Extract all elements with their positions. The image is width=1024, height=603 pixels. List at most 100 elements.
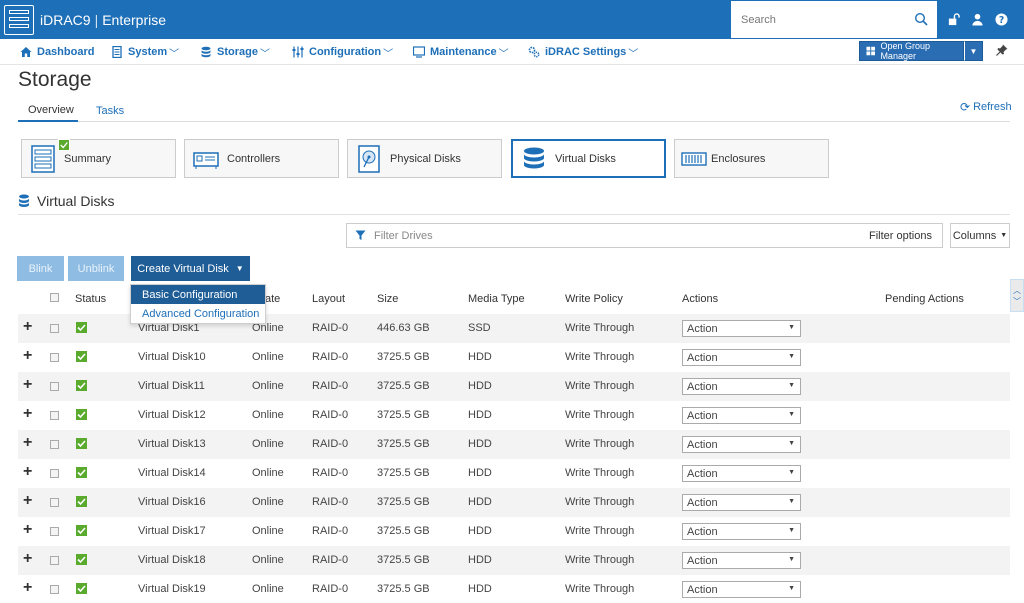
- filter-options-button[interactable]: Filter options: [869, 230, 932, 242]
- nav-system[interactable]: System ﹀: [111, 39, 179, 65]
- header-status[interactable]: Status: [75, 293, 106, 305]
- blink-button[interactable]: Blink: [17, 256, 64, 281]
- action-select[interactable]: Action ▼: [682, 552, 801, 569]
- expand-icon[interactable]: +: [23, 405, 32, 423]
- row-checkbox[interactable]: [50, 527, 59, 536]
- menu-item-basic-configuration[interactable]: Basic Configuration: [131, 285, 265, 304]
- header-icons: ?: [940, 0, 1008, 39]
- expand-icon[interactable]: +: [23, 376, 32, 394]
- chevron-down-icon: ﹀: [383, 48, 394, 60]
- table-row: + Virtual Disk10 Online RAID-0 3725.5 GB…: [18, 343, 1010, 372]
- nav-idrac-settings[interactable]: iDRAC Settings ﹀: [528, 39, 638, 65]
- row-checkbox[interactable]: [50, 440, 59, 449]
- nav-maintenance[interactable]: Maintenance ﹀: [413, 39, 509, 65]
- columns-button[interactable]: Columns ▼: [950, 223, 1010, 248]
- help-icon[interactable]: ?: [994, 13, 1008, 27]
- pin-icon[interactable]: [996, 44, 1008, 56]
- unblink-button[interactable]: Unblink: [68, 256, 124, 281]
- tile-virtual-disks[interactable]: Virtual Disks: [511, 139, 666, 178]
- action-select[interactable]: Action ▼: [682, 349, 801, 366]
- action-select[interactable]: Action ▼: [682, 494, 801, 511]
- row-checkbox[interactable]: [50, 324, 59, 333]
- create-virtual-disk-button[interactable]: Create Virtual Disk ▼: [131, 256, 250, 281]
- database-icon: [201, 46, 211, 58]
- expand-icon[interactable]: +: [23, 550, 32, 568]
- row-checkbox[interactable]: [50, 469, 59, 478]
- expand-icon[interactable]: +: [23, 579, 32, 597]
- row-checkbox[interactable]: [50, 585, 59, 594]
- cell-write-policy: Write Through: [565, 322, 635, 334]
- nav-configuration[interactable]: Configuration ﹀: [292, 39, 393, 65]
- cell-name: Virtual Disk12: [138, 409, 206, 421]
- cell-layout: RAID-0: [312, 554, 349, 566]
- select-all-checkbox[interactable]: [50, 293, 59, 302]
- filter-drives-input[interactable]: [374, 229, 844, 242]
- database-icon: [19, 194, 29, 207]
- action-select[interactable]: Action ▼: [682, 523, 801, 540]
- nav-maintenance-label: Maintenance: [430, 46, 497, 58]
- header-layout[interactable]: Layout: [312, 293, 345, 305]
- search-icon[interactable]: [914, 12, 928, 26]
- caret-down-icon: ▼: [1000, 232, 1008, 239]
- tile-virtual-disks-label: Virtual Disks: [555, 152, 616, 165]
- row-checkbox[interactable]: [50, 556, 59, 565]
- expand-icon[interactable]: +: [23, 434, 32, 452]
- action-select[interactable]: Action ▼: [682, 436, 801, 453]
- status-ok-icon: [76, 467, 87, 478]
- action-select-value: Action: [687, 409, 718, 422]
- action-select[interactable]: Action ▼: [682, 378, 801, 395]
- chevron-down-icon: ﹀: [628, 48, 639, 60]
- header-state[interactable]: ate: [265, 293, 280, 305]
- caret-down-icon: ▼: [788, 585, 795, 592]
- open-group-manager-button[interactable]: Open Group Manager: [859, 41, 964, 61]
- row-checkbox[interactable]: [50, 382, 59, 391]
- user-icon[interactable]: [970, 13, 984, 27]
- server-icon: [112, 46, 122, 58]
- tab-tasks[interactable]: Tasks: [96, 100, 124, 122]
- chevron-down-icon: ﹀: [1013, 296, 1021, 306]
- scroll-control[interactable]: ︿ ﹀: [1010, 279, 1024, 312]
- status-ok-icon: [76, 525, 87, 536]
- group-manager-dropdown-button[interactable]: ▼: [964, 41, 983, 61]
- cell-name: Virtual Disk10: [138, 351, 206, 363]
- tile-controllers[interactable]: Controllers: [184, 139, 339, 178]
- expand-icon[interactable]: +: [23, 347, 32, 365]
- cell-state: Online: [252, 554, 284, 566]
- create-virtual-disk-menu: Basic Configuration Advanced Configurati…: [130, 284, 266, 324]
- menu-item-advanced-configuration[interactable]: Advanced Configuration: [131, 304, 265, 323]
- brand[interactable]: iDRAC9 | Enterprise: [0, 0, 166, 39]
- cell-size: 3725.5 GB: [377, 467, 430, 479]
- cell-state: Online: [252, 583, 284, 595]
- tile-enclosures[interactable]: Enclosures: [674, 139, 829, 178]
- section-title: Virtual Disks: [18, 193, 115, 209]
- action-select[interactable]: Action ▼: [682, 581, 801, 598]
- cell-media-type: HDD: [468, 380, 492, 392]
- cell-layout: RAID-0: [312, 583, 349, 595]
- row-checkbox[interactable]: [50, 498, 59, 507]
- header-media-type[interactable]: Media Type: [468, 293, 525, 305]
- search-input[interactable]: [731, 13, 901, 26]
- unlock-icon[interactable]: [946, 13, 960, 27]
- action-select[interactable]: Action ▼: [682, 407, 801, 424]
- status-ok-icon: [76, 322, 87, 333]
- action-select[interactable]: Action ▼: [682, 320, 801, 337]
- header-write-policy[interactable]: Write Policy: [565, 293, 623, 305]
- expand-icon[interactable]: +: [23, 318, 32, 336]
- create-virtual-disk-label: Create Virtual Disk: [137, 262, 229, 275]
- cell-media-type: HDD: [468, 409, 492, 421]
- nav-dashboard[interactable]: Dashboard: [20, 39, 94, 65]
- expand-icon[interactable]: +: [23, 492, 32, 510]
- expand-icon[interactable]: +: [23, 463, 32, 481]
- filter-icon: [355, 230, 366, 240]
- header-size[interactable]: Size: [377, 293, 398, 305]
- tile-physical-disks[interactable]: Physical Disks: [347, 139, 502, 178]
- tab-overview[interactable]: Overview: [18, 100, 78, 122]
- cell-name: Virtual Disk16: [138, 496, 206, 508]
- action-select[interactable]: Action ▼: [682, 465, 801, 482]
- refresh-button[interactable]: ⟳ Refresh: [960, 100, 1012, 114]
- nav-storage[interactable]: Storage ﹀: [200, 39, 270, 65]
- tile-summary[interactable]: Summary: [21, 139, 176, 178]
- expand-icon[interactable]: +: [23, 521, 32, 539]
- row-checkbox[interactable]: [50, 353, 59, 362]
- row-checkbox[interactable]: [50, 411, 59, 420]
